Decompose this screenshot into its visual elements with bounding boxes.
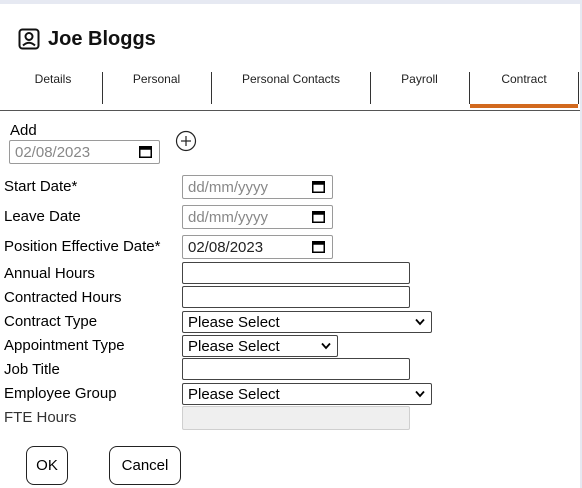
fte-hours-input: [182, 406, 410, 430]
tab-bar-baseline: [0, 110, 580, 111]
chevron-down-icon: [321, 342, 331, 350]
employee-group-label: Employee Group: [4, 385, 117, 402]
start-date-label: Start Date*: [4, 178, 78, 195]
ok-button[interactable]: OK: [26, 446, 68, 485]
chevron-down-icon: [415, 318, 425, 326]
tab-personal[interactable]: Personal: [103, 66, 210, 104]
calendar-icon[interactable]: [312, 211, 325, 223]
add-label: Add: [10, 122, 37, 139]
start-date-input[interactable]: dd/mm/yyyy: [182, 175, 333, 199]
contract-type-select[interactable]: Please Select: [182, 311, 432, 333]
job-title-label: Job Title: [4, 361, 60, 378]
appointment-type-label: Appointment Type: [4, 337, 125, 354]
page-title: Joe Bloggs: [48, 27, 156, 50]
position-effective-date-input[interactable]: 02/08/2023: [182, 235, 333, 259]
start-date-value: dd/mm/yyyy: [188, 178, 269, 196]
tab-personal-contacts[interactable]: Personal Contacts: [212, 66, 370, 104]
page-header: Joe Bloggs: [18, 25, 156, 53]
window-top-border: [0, 0, 582, 4]
fte-hours-label: FTE Hours: [4, 409, 77, 426]
leave-date-input[interactable]: dd/mm/yyyy: [182, 205, 333, 229]
add-date-value: 02/08/2023: [15, 143, 91, 161]
annual-hours-label: Annual Hours: [4, 265, 95, 282]
appointment-type-value: Please Select: [188, 337, 280, 355]
add-circle-icon[interactable]: [175, 130, 197, 152]
contracted-hours-label: Contracted Hours: [4, 289, 122, 306]
chevron-down-icon: [415, 390, 425, 398]
position-effective-date-value: 02/08/2023: [188, 238, 264, 256]
annual-hours-input[interactable]: [182, 262, 410, 284]
active-tab-indicator: [470, 104, 578, 108]
contract-type-value: Please Select: [188, 313, 280, 331]
calendar-icon[interactable]: [139, 146, 152, 158]
calendar-icon[interactable]: [312, 241, 325, 253]
cancel-button[interactable]: Cancel: [109, 446, 181, 485]
job-title-input[interactable]: [182, 358, 410, 380]
user-portrait-icon: [18, 28, 40, 50]
employee-group-select[interactable]: Please Select: [182, 383, 432, 405]
tab-details[interactable]: Details: [4, 66, 102, 104]
position-effective-date-label: Position Effective Date*: [4, 238, 161, 255]
tab-divider: [578, 72, 579, 104]
tab-contract[interactable]: Contract: [470, 66, 578, 104]
tab-bar: Details Personal Personal Contacts Payro…: [0, 66, 580, 111]
add-date-input[interactable]: 02/08/2023: [9, 140, 160, 164]
contracted-hours-input[interactable]: [182, 286, 410, 308]
appointment-type-select[interactable]: Please Select: [182, 335, 338, 357]
calendar-icon[interactable]: [312, 181, 325, 193]
contract-type-label: Contract Type: [4, 313, 98, 330]
employee-group-value: Please Select: [188, 385, 280, 403]
leave-date-value: dd/mm/yyyy: [188, 208, 269, 226]
leave-date-label: Leave Date: [4, 208, 81, 225]
tab-payroll[interactable]: Payroll: [371, 66, 468, 104]
